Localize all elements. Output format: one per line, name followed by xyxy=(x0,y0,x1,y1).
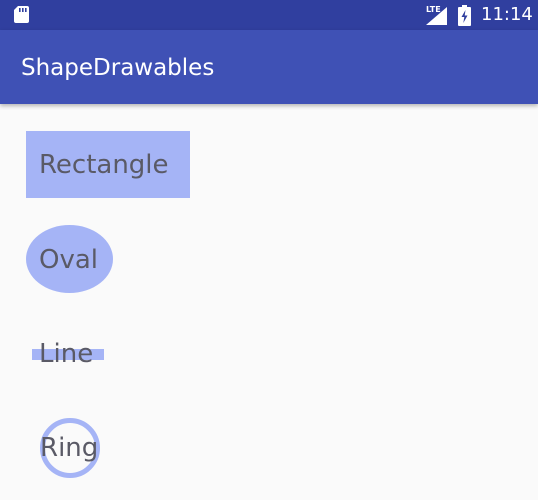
shape-list: Rectangle Oval Line Ring xyxy=(0,104,538,500)
app-toolbar: ShapeDrawables xyxy=(0,30,538,104)
ring-shape: Ring xyxy=(38,417,103,479)
sd-card-icon xyxy=(14,6,29,23)
rectangle-shape: Rectangle xyxy=(26,131,190,198)
line-label: Line xyxy=(39,339,94,369)
oval-shape: Oval xyxy=(26,225,113,293)
app-title: ShapeDrawables xyxy=(21,55,215,81)
ring-label: Ring xyxy=(40,433,99,463)
line-shape: Line xyxy=(31,336,106,376)
status-clock: 11:14 xyxy=(481,4,533,25)
rectangle-label: Rectangle xyxy=(39,150,169,180)
status-bar: LTE 11:14 xyxy=(0,0,538,30)
battery-charging-icon xyxy=(458,5,471,26)
oval-label: Oval xyxy=(39,245,99,275)
signal-icon xyxy=(426,7,447,25)
